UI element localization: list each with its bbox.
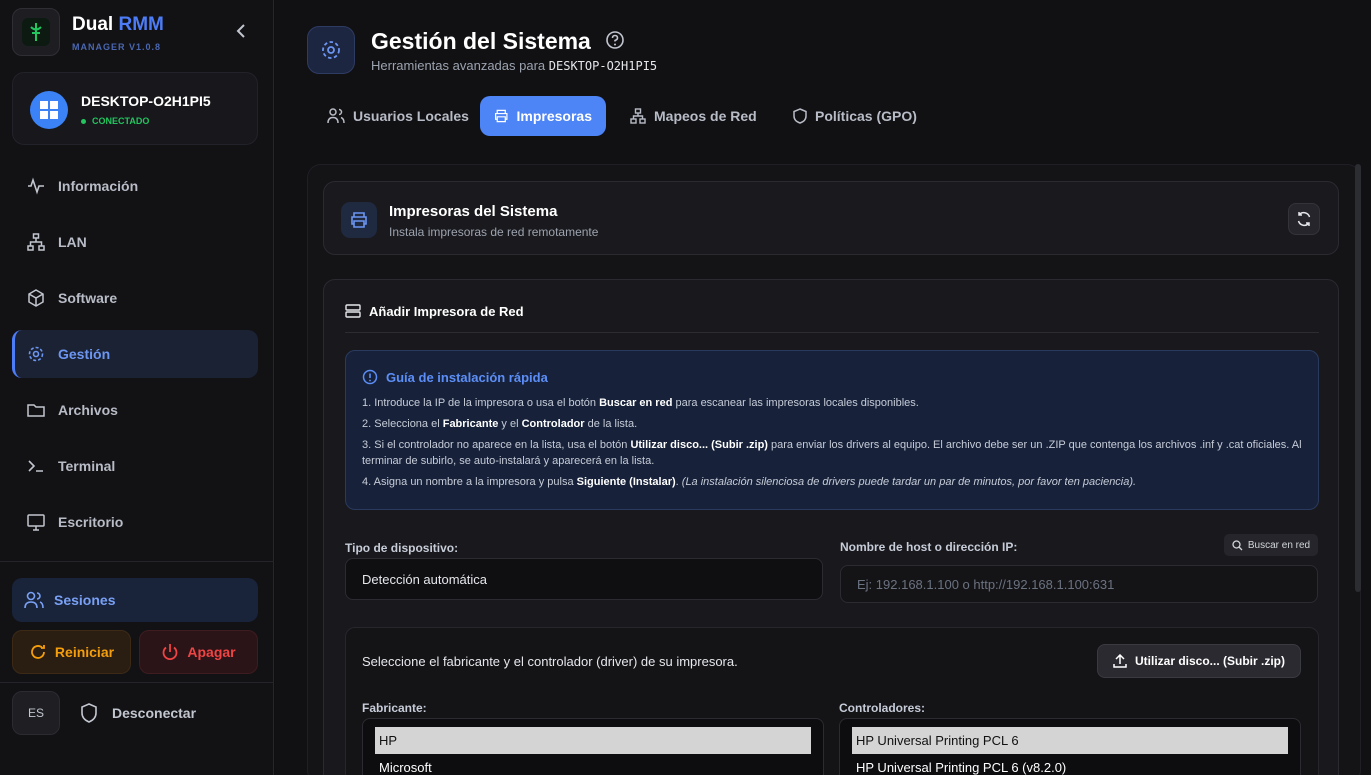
package-icon xyxy=(26,288,46,308)
shutdown-button[interactable]: Apagar xyxy=(139,630,258,674)
chevron-left-icon xyxy=(236,24,245,38)
folder-icon xyxy=(26,400,46,420)
add-printer-card: Añadir Impresora de Red Guía de instalac… xyxy=(323,279,1339,775)
tab-politicas-gpo[interactable]: Políticas (GPO) xyxy=(779,96,931,136)
logout-button[interactable]: Desconectar xyxy=(80,703,196,723)
users-icon xyxy=(327,108,345,124)
scan-network-button[interactable]: Buscar en red xyxy=(1224,534,1318,556)
help-icon[interactable] xyxy=(605,30,625,50)
upload-zip-button[interactable]: Utilizar disco... (Subir .zip) xyxy=(1097,644,1301,678)
sessions-button[interactable]: Sesiones xyxy=(12,578,258,622)
tab-usuarios-locales[interactable]: Usuarios Locales xyxy=(313,96,483,136)
list-item[interactable]: HP Universal Printing PCL 6 xyxy=(852,727,1288,754)
terminal-icon xyxy=(26,456,46,476)
scrollbar[interactable] xyxy=(1355,164,1361,592)
divider xyxy=(0,682,274,683)
shield-icon xyxy=(81,703,97,723)
divider xyxy=(0,561,274,562)
network-icon xyxy=(630,108,646,124)
collapse-sidebar-button[interactable] xyxy=(232,22,250,40)
sidebar-item-label: Escritorio xyxy=(58,514,124,530)
connection-status: CONECTADO xyxy=(81,116,149,126)
refresh-button[interactable] xyxy=(1288,203,1320,235)
host-input[interactable] xyxy=(840,565,1318,603)
device-card: DESKTOP-O2H1PI5 CONECTADO xyxy=(12,72,258,145)
guide-step-4: 4. Asigna un nombre a la impresora y pul… xyxy=(362,476,1137,488)
guide-step-3: 3. Si el controlador no aparece en la li… xyxy=(362,439,1302,467)
driver-prompt: Seleccione el fabricante y el controlado… xyxy=(362,654,738,669)
divider xyxy=(345,332,1319,333)
device-type-select[interactable]: Detección automática xyxy=(345,558,823,600)
sidebar-item-archivos[interactable]: Archivos xyxy=(12,386,258,434)
server-icon xyxy=(345,304,361,318)
sidebar-item-label: LAN xyxy=(58,234,87,250)
add-printer-title: Añadir Impresora de Red xyxy=(345,303,524,319)
sidebar-item-escritorio[interactable]: Escritorio xyxy=(12,498,258,546)
app-version: MANAGER V1.0.8 xyxy=(72,42,162,52)
app-logo xyxy=(12,8,60,56)
sidebar-item-lan[interactable]: LAN xyxy=(12,218,258,266)
sidebar-item-informacion[interactable]: Información xyxy=(12,162,258,210)
page-title: Gestión del Sistema xyxy=(371,28,591,54)
drivers-label: Controladores: xyxy=(839,701,926,715)
shield-icon xyxy=(793,108,807,124)
sidebar-item-terminal[interactable]: Terminal xyxy=(12,442,258,490)
tab-impresoras[interactable]: Impresoras xyxy=(480,96,606,136)
page-subtitle: Herramientas avanzadas para DESKTOP-O2H1… xyxy=(371,58,658,73)
refresh-icon xyxy=(31,645,45,659)
sidebar-item-label: Gestión xyxy=(58,346,111,362)
guide-title: Guía de instalación rápida xyxy=(362,369,1302,385)
sidebar-item-software[interactable]: Software xyxy=(12,274,258,322)
printers-card-subtitle: Instala impresoras de red remotamente xyxy=(389,225,599,239)
network-icon xyxy=(26,232,46,252)
search-icon xyxy=(1232,539,1243,550)
gear-icon xyxy=(307,26,355,74)
restart-button[interactable]: Reiniciar xyxy=(12,630,131,674)
tab-mapeos-de-red[interactable]: Mapeos de Red xyxy=(616,96,771,136)
status-dot-icon xyxy=(81,118,86,124)
driver-selection-panel: Seleccione el fabricante y el controlado… xyxy=(345,627,1319,775)
quick-install-guide: Guía de instalación rápida 1. Introduce … xyxy=(345,350,1319,510)
users-icon xyxy=(24,591,44,609)
sidebar-item-gestion[interactable]: Gestión xyxy=(12,330,258,378)
printer-icon xyxy=(341,202,377,238)
printers-card: Impresoras del Sistema Instala impresora… xyxy=(323,181,1339,255)
monitor-icon xyxy=(26,512,46,532)
printers-card-title: Impresoras del Sistema xyxy=(389,203,558,220)
list-item[interactable]: Microsoft xyxy=(375,754,811,775)
sidebar-item-label: Software xyxy=(58,290,118,306)
language-button[interactable]: ES xyxy=(12,691,60,735)
gear-icon xyxy=(26,344,46,364)
upload-icon xyxy=(1113,654,1127,668)
refresh-icon xyxy=(1297,211,1311,227)
host-label: Nombre de host o dirección IP: xyxy=(840,540,1018,554)
sidebar: Dual RMM MANAGER V1.0.8 DESKTOP-O2H1PI5 … xyxy=(0,0,274,775)
guide-step-2: 2. Selecciona el Fabricante y el Control… xyxy=(362,418,638,430)
guide-step-1: 1. Introduce la IP de la impresora o usa… xyxy=(362,397,919,409)
activity-icon xyxy=(26,176,46,196)
sidebar-item-label: Terminal xyxy=(58,458,116,474)
sidebar-item-label: Información xyxy=(58,178,139,194)
device-name: DESKTOP-O2H1PI5 xyxy=(81,93,211,109)
windows-icon xyxy=(30,91,68,129)
info-icon xyxy=(362,369,378,385)
main-content: Gestión del Sistema Herramientas avanzad… xyxy=(275,0,1371,775)
sidebar-item-label: Archivos xyxy=(58,402,118,418)
device-type-label: Tipo de dispositivo: xyxy=(345,541,459,555)
printer-icon xyxy=(495,109,508,123)
list-item[interactable]: HP Universal Printing PCL 6 (v8.2.0) xyxy=(852,754,1288,775)
manufacturer-label: Fabricante: xyxy=(362,701,427,715)
drivers-list[interactable]: HP Universal Printing PCL 6 HP Universal… xyxy=(839,718,1301,775)
manufacturer-list[interactable]: HP Microsoft xyxy=(362,718,824,775)
list-item[interactable]: HP xyxy=(375,727,811,754)
brand-name: Dual RMM xyxy=(72,14,164,35)
power-icon xyxy=(162,644,178,661)
